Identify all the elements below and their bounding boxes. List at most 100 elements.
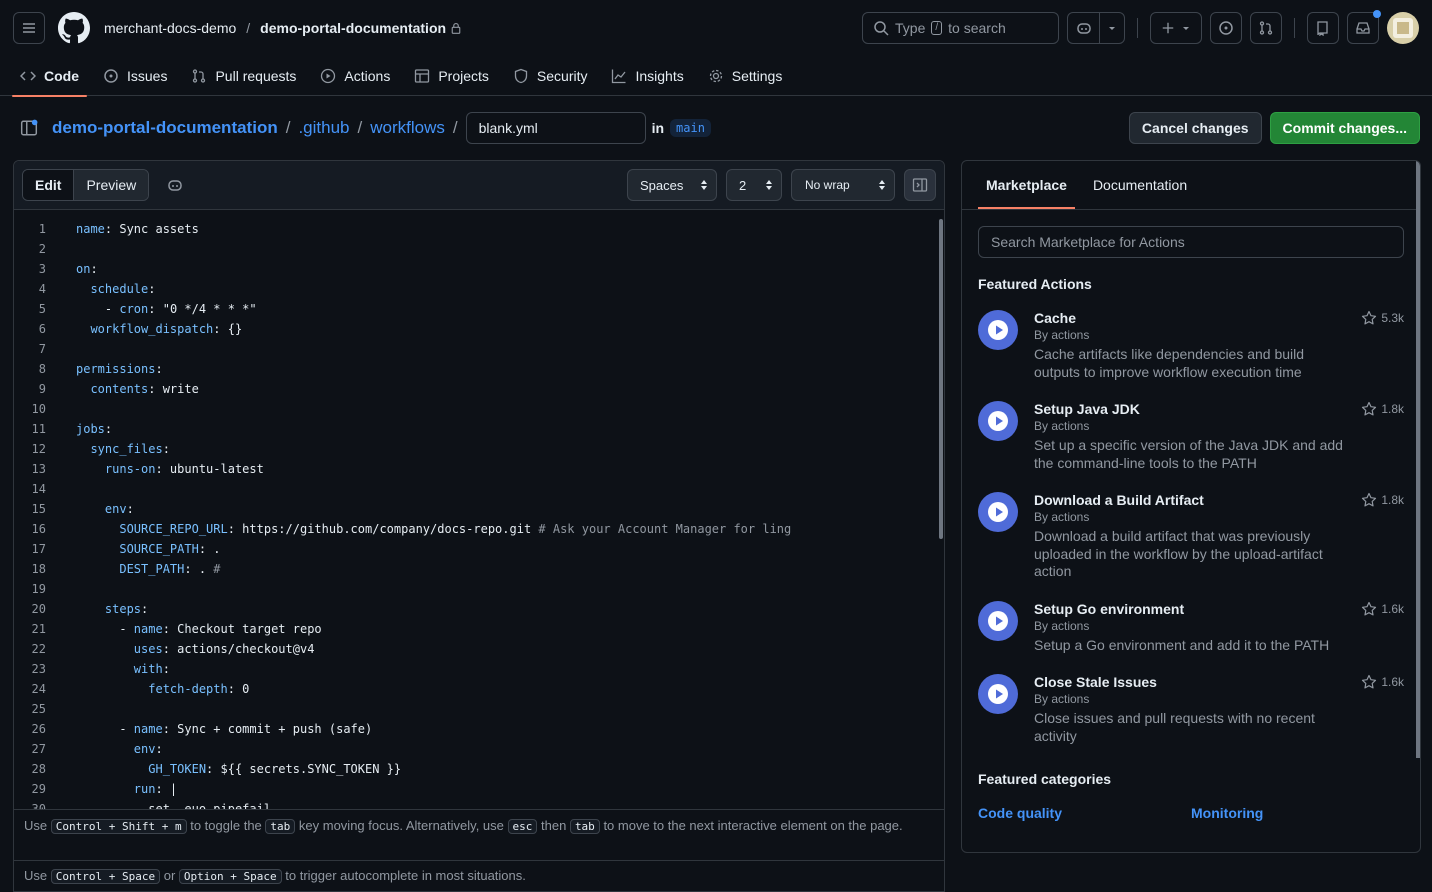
line-number: 17: [31, 542, 46, 556]
line-text: env:: [104, 502, 134, 516]
repo-link[interactable]: demo-portal-documentation: [260, 20, 446, 36]
hint-text: then: [541, 818, 567, 833]
breadcrumb-github-dir[interactable]: .github: [298, 118, 349, 138]
hint-text: Use: [24, 868, 48, 883]
owner-link[interactable]: merchant-docs-demo: [104, 20, 236, 36]
hint-text: key moving focus. Alternatively, use: [298, 818, 504, 833]
marketplace-action-item[interactable]: Cache By actions Cache artifacts like depe…: [978, 310, 1404, 381]
play-circle-icon: [988, 411, 1008, 431]
hint-key: Option + Space: [178, 869, 282, 884]
code-line: 17 SOURCE_PATH: .: [14, 539, 944, 559]
line-text: fetch-depth: 0: [148, 682, 250, 696]
action-name[interactable]: Close Stale Issues: [1034, 674, 1344, 690]
tab-issues[interactable]: Issues: [95, 56, 175, 96]
breadcrumb-repo[interactable]: demo-portal-documentation: [52, 118, 278, 138]
tab-documentation[interactable]: Documentation: [1085, 161, 1195, 209]
github-logo-icon[interactable]: [58, 12, 90, 44]
code-line: 18 DEST_PATH: . #: [14, 559, 944, 579]
shield-icon: [514, 68, 528, 84]
hint-key: tab: [265, 819, 296, 834]
action-name[interactable]: Setup Go environment: [1034, 601, 1344, 617]
action-author: By actions: [1034, 618, 1090, 633]
code-line: 23 with:: [14, 659, 944, 679]
star-icon: [1362, 601, 1377, 615]
line-number: 8: [38, 362, 46, 376]
action-stars: 1.6k: [1361, 601, 1404, 617]
indent-mode-select[interactable]: Spaces: [627, 169, 717, 201]
copilot-dropdown-button[interactable]: [1100, 13, 1124, 43]
marketplace-panel: Marketplace Documentation Search Marketp…: [961, 160, 1421, 853]
code-editor: Edit Preview Spaces 2 No wrap 1 name: Syn…: [13, 160, 945, 892]
wrap-mode-value: No wrap: [805, 178, 850, 192]
code-line: 26 - name: Sync + commit + push (safe): [14, 719, 944, 739]
indent-size-select[interactable]: 2: [726, 169, 782, 201]
plus-icon: [1162, 22, 1174, 34]
categories-row: Code quality Monitoring: [978, 805, 1404, 821]
line-text: SOURCE_PATH: .: [119, 542, 221, 556]
sidebar-toggle-icon[interactable]: [20, 119, 38, 137]
menu-button[interactable]: [13, 12, 45, 44]
in-label: in: [651, 120, 665, 136]
split-view-button[interactable]: [904, 169, 936, 201]
issues-button[interactable]: [1210, 12, 1242, 44]
tab-insights[interactable]: Insights: [603, 56, 691, 96]
action-logo: [978, 310, 1018, 350]
play-circle-icon: [988, 610, 1008, 631]
line-text: sync_files:: [90, 442, 170, 456]
line-number: 15: [31, 502, 46, 516]
cancel-changes-button[interactable]: Cancel changes: [1128, 112, 1262, 144]
tab-actions[interactable]: Actions: [312, 56, 398, 96]
commit-changes-button[interactable]: Commit changes...: [1269, 112, 1420, 144]
line-number: 19: [31, 582, 46, 596]
inbox-button[interactable]: [1347, 10, 1381, 44]
code-area[interactable]: 1 name: Sync assets 2 3 on: 4 schedule: 5 - cr…: [14, 219, 944, 809]
line-number: 1: [38, 222, 46, 236]
copilot-button[interactable]: [1068, 13, 1100, 43]
marketplace-action-item[interactable]: Download a Build Artifact By actions Downl…: [978, 492, 1404, 581]
indent-size-value: 2: [739, 177, 747, 193]
graph-icon: [612, 69, 626, 84]
marketplace-action-item[interactable]: Setup Go environment By actions Setup a Go…: [978, 600, 1404, 655]
wrap-mode-select[interactable]: No wrap: [791, 169, 895, 201]
tab-preview[interactable]: Preview: [74, 170, 149, 200]
tab-marketplace[interactable]: Marketplace: [978, 161, 1075, 209]
marketplace-search-input[interactable]: Search Marketplace for Actions: [978, 226, 1404, 258]
avatar[interactable]: [1387, 12, 1419, 44]
breadcrumb-workflows-dir[interactable]: workflows: [370, 118, 445, 138]
star-icon: [1362, 310, 1377, 325]
tab-edit[interactable]: Edit: [23, 170, 75, 200]
copilot-icon: [1076, 23, 1091, 34]
action-name[interactable]: Download a Build Artifact: [1034, 492, 1344, 508]
autocomplete-hint: Use Control + Space or Option + Space to…: [14, 860, 944, 891]
action-name[interactable]: Cache: [1034, 310, 1344, 326]
line-number: 30: [31, 802, 46, 809]
code-line: 11 jobs:: [14, 419, 944, 439]
action-description: Set up a specific version of the Java JD…: [1034, 437, 1343, 471]
repositories-button[interactable]: [1307, 12, 1339, 44]
copilot-icon[interactable]: [167, 177, 183, 193]
global-search-input[interactable]: Type / to search: [862, 12, 1059, 44]
tab-projects[interactable]: Projects: [406, 56, 497, 96]
editor-scrollbar[interactable]: [939, 219, 943, 539]
category-link[interactable]: Code quality: [978, 805, 1191, 821]
pull-requests-button[interactable]: [1250, 12, 1282, 44]
line-number: 14: [31, 482, 46, 496]
copilot-button-group: [1067, 12, 1125, 44]
action-name[interactable]: Setup Java JDK: [1034, 401, 1344, 417]
marketplace-action-item[interactable]: Close Stale Issues By actions Close issues…: [978, 674, 1404, 745]
marketplace-action-item[interactable]: Setup Java JDK By actions Set up a specifi…: [978, 401, 1404, 472]
line-number: 7: [38, 342, 46, 356]
code-line: 5 - cron: "0 */4 * * *": [14, 299, 944, 319]
code-line: 1 name: Sync assets: [14, 219, 944, 239]
table-icon: [415, 69, 430, 83]
tab-security[interactable]: Security: [505, 56, 596, 96]
create-new-button[interactable]: [1150, 12, 1202, 44]
gear-icon: [709, 69, 722, 83]
tab-pull-requests[interactable]: Pull requests: [183, 56, 304, 96]
tab-settings[interactable]: Settings: [700, 56, 791, 96]
tab-code[interactable]: Code: [12, 56, 87, 97]
line-number: 23: [31, 662, 46, 676]
panel-scrollbar[interactable]: [1416, 161, 1420, 758]
category-link[interactable]: Monitoring: [1191, 805, 1263, 821]
filename-input[interactable]: [465, 112, 646, 144]
